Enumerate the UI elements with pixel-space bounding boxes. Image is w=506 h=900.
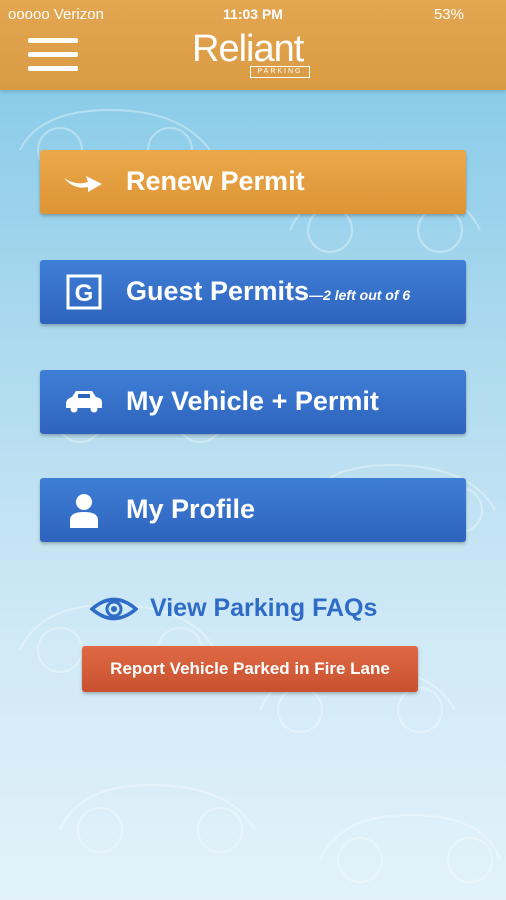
clock-label: 11:03 PM	[223, 6, 283, 22]
hamburger-menu-icon[interactable]	[28, 38, 78, 74]
guest-permits-count: —2 left out of 6	[309, 287, 411, 303]
reliant-parking-logo: Reliant PARKING	[192, 28, 312, 84]
report-fire-lane-label: Report Vehicle Parked in Fire Lane	[110, 659, 390, 678]
guest-g-icon: G	[66, 274, 102, 310]
logo-subtext: PARKING	[250, 66, 310, 78]
report-fire-lane-button[interactable]: Report Vehicle Parked in Fire Lane	[82, 646, 418, 692]
guest-permits-button[interactable]: G Guest Permits—2 left out of 6	[40, 260, 466, 324]
my-vehicle-permit-button[interactable]: My Vehicle + Permit	[40, 370, 466, 434]
status-bar: ooooo Verizon 11:03 PM 53%	[0, 0, 506, 28]
car-icon	[66, 391, 102, 413]
my-vehicle-label: My Vehicle + Permit	[126, 386, 379, 416]
top-bar: ooooo Verizon 11:03 PM 53% Reliant PARKI…	[0, 0, 506, 90]
view-faqs-label: View Parking FAQs	[150, 594, 378, 622]
guest-permits-label: Guest Permits—2 left out of 6	[126, 276, 410, 307]
battery-label: 53%	[433, 6, 464, 23]
renew-permit-button[interactable]: Renew Permit	[40, 150, 466, 214]
logo-wordmark: Reliant	[192, 28, 304, 70]
eye-icon	[90, 597, 138, 621]
person-icon	[70, 494, 98, 528]
my-profile-button[interactable]: My Profile	[40, 478, 466, 542]
renew-permit-label: Renew Permit	[126, 166, 305, 196]
svg-text:G: G	[75, 280, 94, 307]
guest-permits-title: Guest Permits	[126, 276, 310, 306]
my-profile-label: My Profile	[126, 494, 256, 524]
arrow-swoosh-icon	[64, 176, 102, 192]
